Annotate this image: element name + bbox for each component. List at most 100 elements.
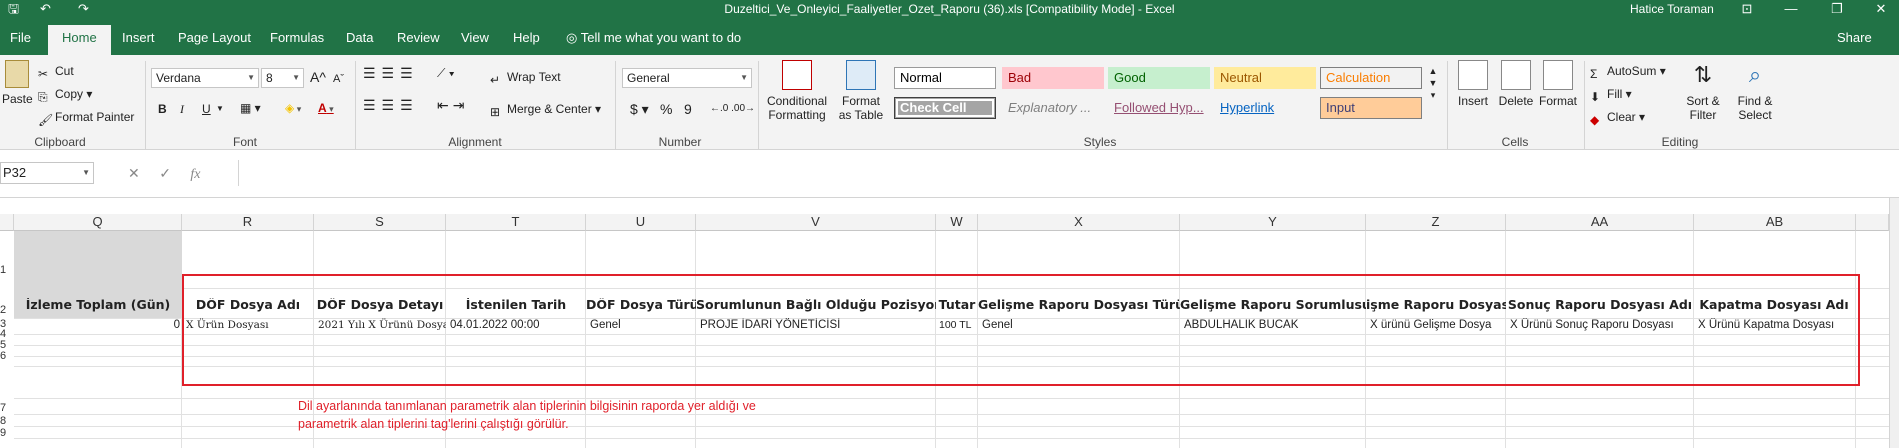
- user-name[interactable]: Hatice Toraman: [1630, 2, 1714, 17]
- column-header-aa[interactable]: AA: [1506, 214, 1694, 231]
- group-divider: [615, 61, 616, 149]
- style-neutral[interactable]: Neutral: [1214, 67, 1316, 89]
- style-check-cell[interactable]: Check Cell: [894, 97, 996, 119]
- row-header[interactable]: 1: [0, 264, 14, 276]
- fill-color-icon[interactable]: ◈ ▾: [285, 100, 301, 117]
- vertical-align-icons[interactable]: ☰☰☰: [363, 65, 419, 81]
- borders-icon[interactable]: ▦ ▾: [240, 100, 261, 116]
- paste-button[interactable]: Paste: [2, 60, 33, 106]
- comma-button[interactable]: 9: [684, 101, 692, 117]
- fill-button[interactable]: ⬇ Fill ▾: [1590, 86, 1632, 104]
- vertical-scrollbar[interactable]: [1889, 198, 1899, 448]
- font-size-select[interactable]: 8 ▼: [261, 68, 304, 88]
- indent-icons[interactable]: ⇤⇥: [437, 97, 468, 113]
- font-color-icon[interactable]: A ▾: [318, 100, 334, 117]
- horizontal-align-icons[interactable]: ☰☰☰: [363, 97, 419, 113]
- name-box[interactable]: P32 ▼: [0, 162, 94, 184]
- merge-center-button[interactable]: ⊞ Merge & Center ▾: [490, 101, 601, 119]
- style-explanatory[interactable]: Explanatory ...: [1002, 97, 1104, 119]
- autosum-button[interactable]: Σ AutoSum ▾: [1590, 63, 1666, 81]
- style-good[interactable]: Good: [1108, 67, 1210, 89]
- formula-buttons: ✕ ✓ fx: [128, 164, 200, 184]
- select-all-corner[interactable]: [0, 214, 14, 231]
- row-header[interactable]: 6: [0, 350, 14, 362]
- style-bad[interactable]: Bad: [1002, 67, 1104, 89]
- restore-icon[interactable]: ❐: [1822, 0, 1852, 18]
- style-calculation[interactable]: Calculation: [1320, 67, 1422, 89]
- shrink-font-button[interactable]: Aˇ: [333, 71, 344, 87]
- group-divider: [355, 61, 356, 149]
- tell-me-search[interactable]: ◎ Tell me what you want to do: [566, 29, 741, 47]
- cells-group-label: Cells: [1501, 135, 1529, 149]
- scissors-icon: ✂: [38, 67, 49, 81]
- chevron-down-icon[interactable]: ▼: [216, 101, 224, 117]
- formula-input[interactable]: [238, 160, 1899, 186]
- italic-button[interactable]: I: [180, 101, 184, 117]
- bold-button[interactable]: B: [158, 101, 167, 117]
- tab-help[interactable]: Help: [513, 29, 540, 47]
- tab-home[interactable]: Home: [48, 25, 111, 55]
- gridline-horizontal: [14, 414, 1889, 415]
- sort-filter-button[interactable]: ⇅ Sort & Filter: [1680, 60, 1726, 122]
- insert-function-icon[interactable]: fx: [190, 167, 200, 182]
- style-hyperlink[interactable]: Hyperlink: [1214, 97, 1316, 119]
- insert-cells-button[interactable]: Insert: [1455, 60, 1491, 108]
- worksheet-grid[interactable]: Q R S T U V W X Y Z AA AB 1 2 3 4 5 6 7 8 9 İzleme …: [0, 198, 1899, 448]
- share-button[interactable]: Share: [1837, 29, 1872, 47]
- gridline-horizontal: [14, 398, 1889, 399]
- tab-view[interactable]: View: [461, 29, 489, 47]
- style-normal[interactable]: Normal: [894, 67, 996, 89]
- column-header-z[interactable]: Z: [1366, 214, 1506, 231]
- tab-page-layout[interactable]: Page Layout: [178, 29, 251, 47]
- column-header-w[interactable]: W: [936, 214, 978, 231]
- underline-button[interactable]: U: [202, 101, 211, 117]
- conditional-formatting-button[interactable]: Conditional Formatting: [764, 60, 830, 122]
- column-header-r[interactable]: R: [182, 214, 314, 231]
- percent-button[interactable]: %: [660, 101, 672, 117]
- gallery-scroll-icon[interactable]: ▲ ▼ ▾: [1428, 65, 1438, 101]
- cancel-icon[interactable]: ✕: [128, 165, 140, 181]
- cut-button[interactable]: ✂ Cut: [38, 63, 74, 81]
- column-header-t[interactable]: T: [446, 214, 586, 231]
- minimize-icon[interactable]: —: [1776, 0, 1806, 18]
- grow-font-button[interactable]: A^: [310, 69, 326, 85]
- chevron-down-icon: ▼: [82, 168, 90, 177]
- format-painter-button[interactable]: 🖌 Format Painter: [38, 109, 134, 127]
- find-select-button[interactable]: ⌕ Find & Select: [1732, 60, 1778, 122]
- column-header-q[interactable]: Q: [14, 214, 182, 231]
- column-header-x[interactable]: X: [978, 214, 1180, 231]
- title-bar: 🖫 ↶ ↷ Duzeltici_Ve_Onleyici_Faaliyetler_…: [0, 0, 1899, 19]
- wrap-text-button[interactable]: ↵ Wrap Text: [490, 69, 561, 87]
- column-header-v[interactable]: V: [696, 214, 936, 231]
- copy-button[interactable]: ⎘ Copy ▾: [38, 86, 92, 104]
- row-header[interactable]: 9: [0, 427, 14, 439]
- delete-cells-button[interactable]: Delete: [1496, 60, 1536, 108]
- close-icon[interactable]: ✕: [1866, 0, 1896, 18]
- orientation-icon[interactable]: ⟋ ▾: [437, 65, 455, 81]
- decimal-buttons[interactable]: ←.0 .00→: [710, 101, 755, 117]
- row-header[interactable]: 7: [0, 402, 14, 414]
- column-header-u[interactable]: U: [586, 214, 696, 231]
- style-followed-hyp[interactable]: Followed Hyp...: [1108, 97, 1210, 119]
- font-name-select[interactable]: Verdana ▼: [151, 68, 259, 88]
- ribbon-display-icon[interactable]: ⊡: [1732, 0, 1762, 18]
- tab-formulas[interactable]: Formulas: [270, 29, 324, 47]
- number-format-select[interactable]: General ▼: [622, 68, 752, 88]
- tab-file[interactable]: File: [10, 29, 31, 47]
- format-cells-button[interactable]: Format: [1538, 60, 1578, 108]
- tab-review[interactable]: Review: [397, 29, 440, 47]
- clear-button[interactable]: ◆ Clear ▾: [1590, 109, 1645, 127]
- column-header-ab[interactable]: AB: [1694, 214, 1856, 231]
- tab-data[interactable]: Data: [346, 29, 373, 47]
- currency-button[interactable]: $ ▾: [630, 101, 649, 117]
- row-header[interactable]: 8: [0, 415, 14, 427]
- style-input[interactable]: Input: [1320, 97, 1422, 119]
- enter-icon[interactable]: ✓: [159, 165, 171, 181]
- tab-insert[interactable]: Insert: [122, 29, 155, 47]
- row-header[interactable]: 2: [0, 304, 14, 316]
- column-header-s[interactable]: S: [314, 214, 446, 231]
- format-as-table-button[interactable]: Format as Table: [836, 60, 886, 122]
- cell-q3[interactable]: 0: [14, 318, 180, 334]
- formula-bar: P32 ▼ ✕ ✓ fx: [0, 150, 1899, 198]
- column-header-y[interactable]: Y: [1180, 214, 1366, 231]
